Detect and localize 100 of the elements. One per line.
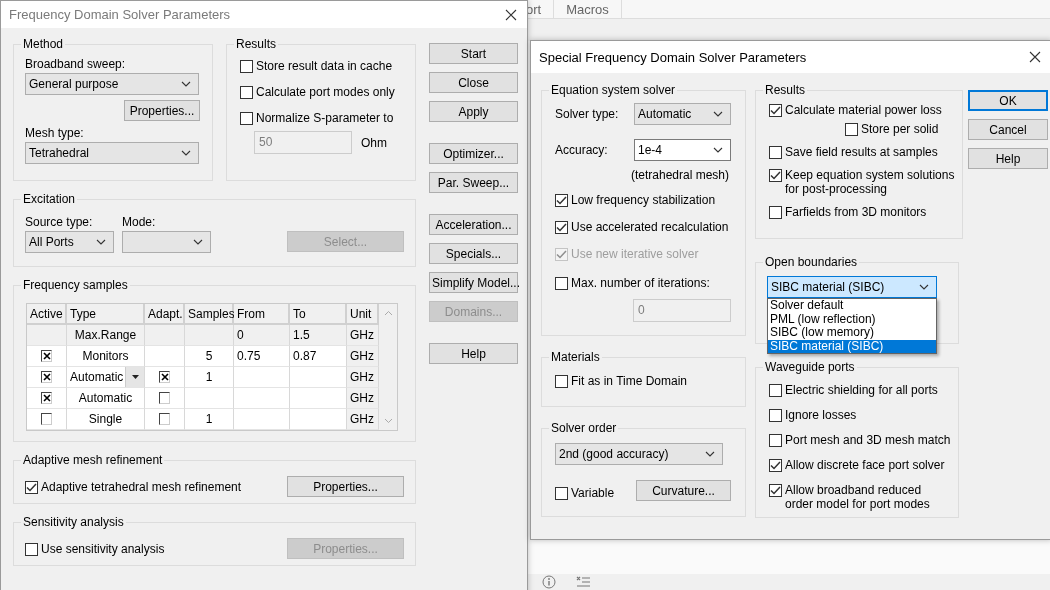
group-title: Waveguide ports — [764, 360, 856, 374]
chevron-icon — [193, 239, 203, 245]
dropdown[interactable]: SIBC material (SIBC) — [767, 276, 937, 298]
field-label: Accuracy: — [555, 143, 608, 157]
checkbox-label: Ignore losses — [785, 408, 857, 422]
dialog-button[interactable]: Help — [968, 148, 1048, 169]
dropdown[interactable]: 2nd (good accuracy) — [555, 443, 723, 465]
checkbox[interactable] — [41, 350, 52, 362]
dialog-button[interactable]: Specials... — [429, 243, 518, 264]
checkbox[interactable] — [769, 104, 782, 117]
field-label: Solver type: — [555, 107, 619, 121]
close-icon[interactable] — [1029, 51, 1041, 63]
dropdown[interactable]: 1e-4 — [634, 139, 731, 161]
dialog-button[interactable]: Acceleration... — [429, 214, 518, 235]
checkbox-label: Normalize S-parameter to — [256, 111, 394, 125]
checkbox[interactable] — [769, 434, 782, 447]
group-title: Open boundaries — [764, 255, 859, 269]
checkbox[interactable] — [769, 206, 782, 219]
checkbox-label: Variable — [571, 486, 615, 500]
list-icon[interactable] — [576, 576, 591, 588]
checkbox[interactable] — [555, 375, 568, 388]
column-header[interactable]: Active — [27, 304, 67, 325]
column-header[interactable]: From — [234, 304, 290, 325]
column-header[interactable]: Unit — [347, 304, 379, 325]
column-header[interactable]: Type — [67, 304, 145, 325]
dropdown-option[interactable]: SIBC (low memory) — [768, 326, 936, 340]
table-cell: GHz — [347, 367, 379, 388]
dropdown[interactable]: All Ports — [25, 231, 114, 253]
note-text: (tetrahedral mesh) — [630, 168, 729, 182]
dialog-button[interactable]: Close — [429, 72, 518, 93]
ribbon-tab[interactable]: Macros — [566, 0, 622, 18]
checkbox[interactable] — [555, 194, 568, 207]
checkbox[interactable] — [240, 60, 253, 73]
checkbox[interactable] — [25, 543, 38, 556]
group-title: Equation system solver — [550, 83, 677, 97]
table-cell: 1 — [185, 409, 234, 430]
checkbox-label: Calculate port modes only — [256, 85, 395, 99]
dialog-button[interactable]: Simplify Model... — [429, 272, 518, 293]
table-cell — [145, 325, 185, 346]
checkbox[interactable] — [240, 86, 253, 99]
checkbox-label: Use new iterative solver — [571, 247, 699, 261]
table-cell: 1 — [185, 367, 234, 388]
dropdown-option[interactable]: Solver default — [768, 299, 936, 313]
checkbox[interactable] — [769, 459, 782, 472]
table-cell: Max.Range — [67, 325, 145, 346]
table-cell — [234, 388, 290, 409]
checkbox[interactable] — [25, 481, 38, 494]
checkbox-label: Store result data in cache — [256, 59, 393, 73]
dialog-button[interactable]: Start — [429, 43, 518, 64]
checkbox[interactable] — [555, 221, 568, 234]
checkbox[interactable] — [555, 277, 568, 290]
group-title: Excitation — [22, 192, 77, 206]
dropdown[interactable]: Tetrahedral — [25, 142, 199, 164]
dropdown-option[interactable]: PML (low reflection) — [768, 312, 936, 326]
checkbox[interactable] — [159, 392, 170, 404]
checkbox[interactable] — [159, 413, 170, 425]
chevron-icon — [181, 150, 191, 156]
properties-button[interactable]: Properties... — [287, 476, 404, 497]
dialog-button[interactable]: Cancel — [968, 119, 1048, 140]
curvature-button[interactable]: Curvature... — [636, 480, 731, 501]
window-title: Special Frequency Domain Solver Parameters — [539, 49, 807, 65]
checkbox[interactable] — [41, 392, 52, 404]
table-cell: 0 — [234, 325, 290, 346]
dropdown[interactable]: Automatic — [67, 367, 145, 388]
dialog-button[interactable]: Optimizer... — [429, 143, 518, 164]
checkbox-label: Max. number of iterations: — [571, 276, 710, 290]
group-title: Results — [764, 83, 806, 97]
chevron-icon — [713, 147, 723, 153]
field-label: Broadband sweep: — [25, 57, 127, 71]
checkbox[interactable] — [159, 371, 170, 383]
close-icon[interactable] — [505, 8, 517, 21]
column-header[interactable]: Adapt. — [145, 304, 185, 325]
chevron-icon — [919, 284, 929, 290]
checkbox[interactable] — [555, 487, 568, 500]
column-header[interactable]: To — [290, 304, 347, 325]
checkbox[interactable] — [240, 112, 253, 125]
unit-label: Ohm — [361, 135, 387, 150]
dropdown[interactable]: General purpose — [25, 73, 199, 95]
table-cell: Automatic — [67, 388, 145, 409]
checkbox[interactable] — [41, 371, 52, 383]
checkbox[interactable] — [769, 484, 782, 497]
dropdown[interactable]: Automatic — [634, 103, 731, 125]
table-cell: GHz — [347, 325, 379, 346]
table-cell — [234, 367, 290, 388]
dialog-button[interactable]: Help — [429, 343, 518, 364]
dialog-button[interactable]: Apply — [429, 101, 518, 122]
info-icon[interactable] — [542, 575, 556, 589]
checkbox[interactable] — [769, 409, 782, 422]
checkbox[interactable] — [41, 413, 52, 425]
checkbox[interactable] — [769, 384, 782, 397]
dropdown-option[interactable]: SIBC material (SIBC) — [768, 339, 936, 353]
properties-button[interactable]: Properties... — [124, 100, 200, 121]
dialog-button[interactable]: OK — [968, 90, 1048, 111]
column-header[interactable]: Samples — [185, 304, 234, 325]
table-cell: GHz — [347, 346, 379, 367]
dialog-button[interactable]: Par. Sweep... — [429, 172, 518, 193]
checkbox[interactable] — [769, 146, 782, 159]
checkbox[interactable] — [845, 123, 858, 136]
table-cell: 0.75 — [234, 346, 290, 367]
checkbox[interactable] — [769, 169, 782, 182]
